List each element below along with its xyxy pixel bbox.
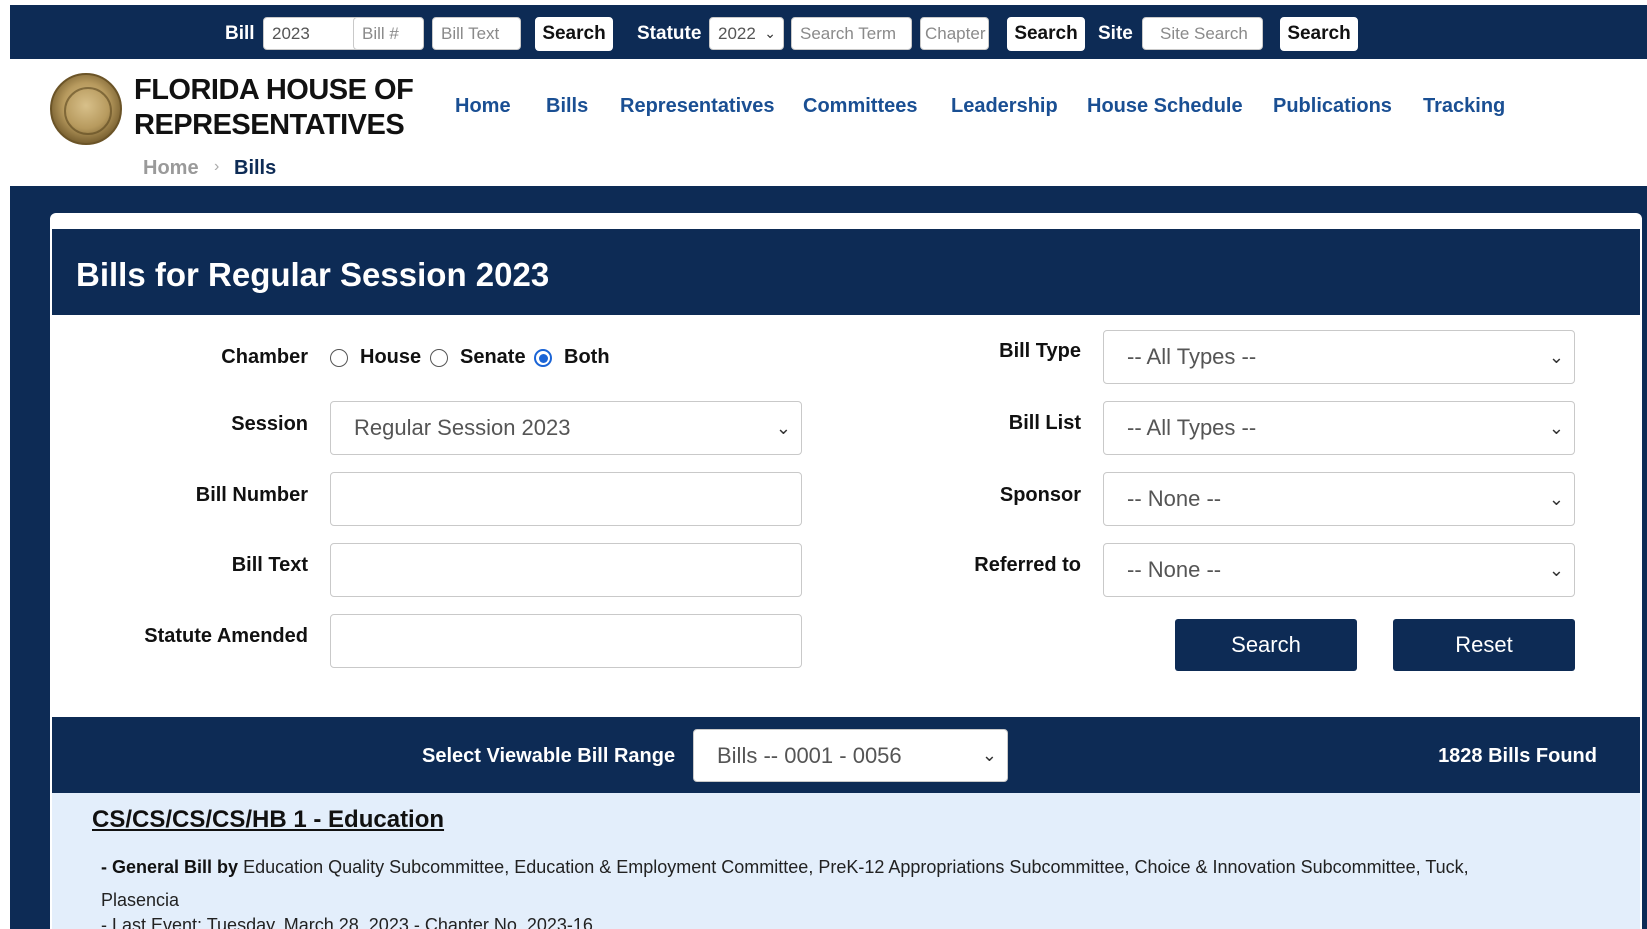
sponsor-label: Sponsor bbox=[999, 484, 1081, 506]
breadcrumb-current: Bills bbox=[234, 157, 277, 179]
bill-number-field[interactable] bbox=[330, 472, 802, 526]
bill-text-field[interactable] bbox=[330, 543, 802, 597]
brand-line-2: REPRESENTATIVES bbox=[134, 109, 405, 141]
statute-year-value: 2022 bbox=[718, 24, 756, 43]
referred-to-select[interactable]: -- None -- ⌄ bbox=[1103, 543, 1575, 597]
reset-button[interactable]: Reset bbox=[1393, 619, 1575, 671]
bill-list-value: -- All Types -- bbox=[1127, 415, 1257, 440]
chamber-senate-radio[interactable] bbox=[430, 349, 448, 367]
sponsor-select[interactable]: -- None -- ⌄ bbox=[1103, 472, 1575, 526]
chamber-both-radio[interactable] bbox=[534, 349, 552, 367]
chapter-input[interactable]: Chapter bbox=[920, 17, 989, 50]
chamber-both-label[interactable]: Both bbox=[564, 346, 610, 369]
statute-amended-field[interactable] bbox=[330, 614, 802, 668]
bills-found-count: 1828 Bills Found bbox=[1438, 745, 1597, 767]
bill-list-label: Bill List bbox=[1008, 412, 1081, 434]
nav-bills[interactable]: Bills bbox=[546, 95, 588, 118]
bill-type-select[interactable]: -- All Types -- ⌄ bbox=[1103, 330, 1575, 384]
range-label: Select Viewable Bill Range bbox=[422, 745, 676, 767]
chevron-down-icon: ⌄ bbox=[764, 25, 776, 41]
chamber-senate-label[interactable]: Senate bbox=[460, 346, 526, 369]
nav-representatives[interactable]: Representatives bbox=[620, 95, 775, 118]
main-content: Bills for Regular Session 2023 Chamber S… bbox=[10, 186, 1647, 929]
statute-label: Statute bbox=[637, 23, 702, 44]
bill-sponsor-line: - General Bill by Education Quality Subc… bbox=[101, 851, 1501, 917]
site-label: Site bbox=[1098, 23, 1133, 44]
chevron-down-icon: ⌄ bbox=[1548, 560, 1564, 580]
bill-last-event: - Last Event: Tuesday, March 28, 2023 - … bbox=[101, 915, 593, 929]
bill-sponsors: Education Quality Subcommittee, Educatio… bbox=[101, 857, 1469, 910]
bill-type-prefix: - General Bill by bbox=[101, 857, 239, 877]
breadcrumb-home[interactable]: Home bbox=[143, 157, 199, 180]
bill-text-input[interactable]: Bill Text bbox=[432, 17, 521, 50]
referred-to-label: Referred to bbox=[974, 554, 1081, 576]
referred-to-value: -- None -- bbox=[1127, 557, 1222, 582]
site-header: FLORIDA HOUSE OF REPRESENTATIVES Home Bi… bbox=[10, 59, 1647, 186]
nav-committees[interactable]: Committees bbox=[803, 95, 917, 118]
bill-range-value: Bills -- 0001 - 0056 bbox=[717, 743, 902, 768]
bill-label: Bill bbox=[225, 23, 255, 44]
card-header: Bills for Regular Session 2023 bbox=[52, 229, 1640, 315]
nav-tracking[interactable]: Tracking bbox=[1423, 95, 1505, 118]
bill-title-link[interactable]: CS/CS/CS/CS/HB 1 - Education bbox=[92, 806, 444, 834]
bill-list-select[interactable]: -- All Types -- ⌄ bbox=[1103, 401, 1575, 455]
bill-type-value: -- All Types -- bbox=[1127, 344, 1257, 369]
bill-range-bar: Select Viewable Bill Range Bills -- 0001… bbox=[52, 717, 1640, 793]
nav-publications[interactable]: Publications bbox=[1273, 95, 1392, 118]
site-search-button[interactable]: Search bbox=[1280, 17, 1358, 51]
bill-number-label: Bill Number bbox=[195, 484, 308, 506]
bill-list: CS/CS/CS/CS/HB 1 - Education - General B… bbox=[52, 793, 1640, 929]
florida-seal-logo[interactable] bbox=[50, 73, 122, 145]
search-button[interactable]: Search bbox=[1175, 619, 1357, 671]
chevron-down-icon: ⌄ bbox=[1548, 418, 1564, 438]
page-title: Bills for Regular Session 2023 bbox=[76, 256, 550, 293]
nav-house-schedule[interactable]: House Schedule bbox=[1087, 95, 1243, 118]
site-brand[interactable]: FLORIDA HOUSE OF REPRESENTATIVES bbox=[134, 73, 414, 143]
chevron-down-icon: ⌄ bbox=[775, 418, 791, 438]
site-search-placeholder: Site Search bbox=[1160, 24, 1248, 43]
bill-range-select[interactable]: Bills -- 0001 - 0056 ⌄ bbox=[693, 729, 1008, 782]
bill-number-input[interactable]: Bill # bbox=[353, 17, 424, 50]
chapter-placeholder: Chapter bbox=[925, 24, 986, 43]
site-search-input[interactable]: Site Search bbox=[1142, 17, 1263, 50]
bill-text-placeholder: Bill Text bbox=[441, 24, 500, 43]
session-value: Regular Session 2023 bbox=[354, 415, 571, 440]
statute-year-select[interactable]: 2022 ⌄ bbox=[709, 17, 784, 50]
chamber-radio-group: House Senate Both bbox=[330, 346, 620, 370]
chamber-house-radio[interactable] bbox=[330, 349, 348, 367]
chamber-label: Chamber bbox=[221, 346, 308, 368]
session-label: Session bbox=[231, 413, 308, 435]
bill-number-placeholder: Bill # bbox=[362, 24, 399, 43]
breadcrumb-separator-icon: › bbox=[214, 158, 220, 175]
chevron-down-icon: ⌄ bbox=[981, 745, 997, 765]
chevron-down-icon: ⌄ bbox=[1548, 347, 1564, 367]
chevron-down-icon: ⌄ bbox=[1548, 489, 1564, 509]
brand-line-1: FLORIDA HOUSE OF bbox=[134, 74, 414, 106]
bill-search-card: Bills for Regular Session 2023 Chamber S… bbox=[50, 213, 1642, 929]
nav-home[interactable]: Home bbox=[455, 95, 511, 118]
bill-type-label: Bill Type bbox=[999, 340, 1081, 362]
bill-search-button[interactable]: Search bbox=[535, 17, 613, 51]
bill-year-value: 2023 bbox=[272, 24, 310, 43]
statute-amended-label: Statute Amended bbox=[144, 625, 308, 647]
sponsor-value: -- None -- bbox=[1127, 486, 1222, 511]
bill-text-label: Bill Text bbox=[231, 554, 308, 576]
search-term-input[interactable]: Search Term bbox=[791, 17, 912, 50]
nav-leadership[interactable]: Leadership bbox=[951, 95, 1058, 118]
top-search-bar: Bill 2023 ⌄ Bill # Bill Text Search Stat… bbox=[10, 5, 1647, 59]
statute-search-button[interactable]: Search bbox=[1007, 17, 1085, 51]
session-select[interactable]: Regular Session 2023 ⌄ bbox=[330, 401, 802, 455]
chamber-house-label[interactable]: House bbox=[360, 346, 421, 369]
search-term-placeholder: Search Term bbox=[800, 24, 897, 43]
